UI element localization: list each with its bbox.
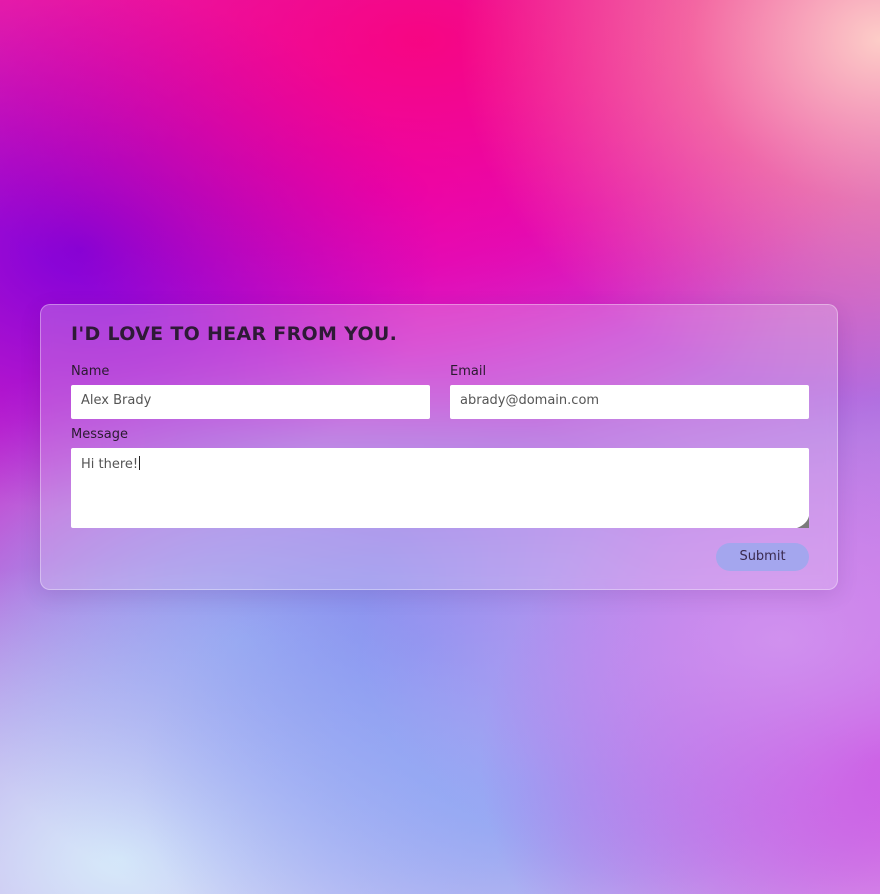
name-label: Name — [71, 364, 110, 379]
resize-grip-icon[interactable] — [793, 512, 809, 528]
name-field[interactable]: Alex Brady — [71, 385, 430, 419]
submit-button[interactable]: Submit — [716, 543, 809, 571]
text-cursor — [139, 456, 141, 470]
email-label: Email — [450, 364, 487, 379]
email-field[interactable]: abrady@domain.com — [450, 385, 809, 419]
form-title: I'D LOVE TO HEAR FROM YOU. — [71, 323, 398, 345]
message-textarea[interactable]: Hi there! — [71, 448, 809, 528]
contact-form-card: I'D LOVE TO HEAR FROM YOU. Name Alex Bra… — [40, 304, 838, 590]
message-text: Hi there! — [81, 457, 139, 472]
message-label: Message — [71, 427, 128, 442]
